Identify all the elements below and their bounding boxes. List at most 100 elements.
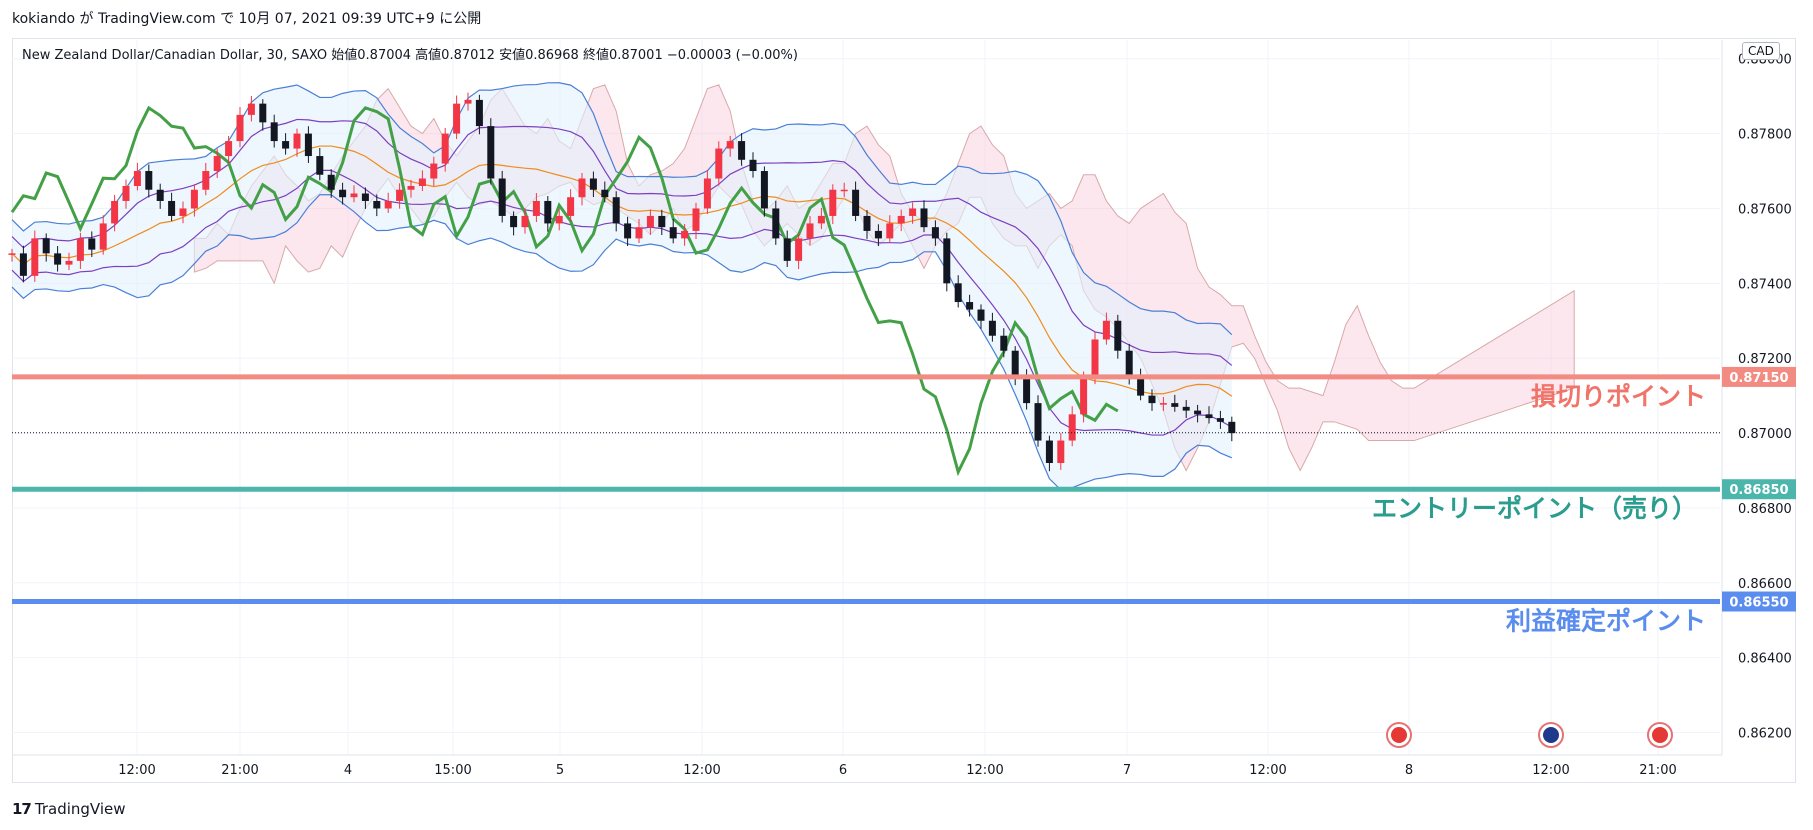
brand-label: TradingView (34, 800, 126, 818)
y-tick-label: 0.86400 (1738, 652, 1792, 667)
candle-body (407, 185, 415, 190)
candle-body (521, 215, 529, 228)
candle-body (669, 227, 677, 239)
level-annotation: 損切りポイント (1531, 382, 1706, 411)
candle-body (453, 103, 461, 134)
candle-body (259, 103, 267, 123)
candle-body (1205, 414, 1213, 419)
candle-body (635, 227, 643, 239)
candle-body (931, 227, 939, 239)
candle-body (544, 200, 552, 224)
symbol-legend: New Zealand Dollar/Canadian Dollar, 30, … (22, 48, 798, 63)
x-tick-label: 7 (1123, 763, 1131, 778)
candle-body (726, 141, 734, 149)
candle-body (1080, 376, 1088, 415)
candle-body (430, 163, 438, 179)
candle-body (76, 238, 84, 261)
flag-fill (1391, 727, 1407, 743)
candle-body (122, 185, 130, 201)
candle-body (418, 178, 426, 186)
candle-body (658, 215, 666, 228)
candle-body (1228, 421, 1236, 434)
candle-body (738, 141, 746, 160)
candle-body (88, 238, 96, 250)
candle-body (145, 171, 153, 190)
candle-body (795, 238, 803, 261)
candle-body (327, 174, 335, 190)
y-tick-label: 0.86800 (1738, 502, 1792, 517)
candle-body (692, 208, 700, 231)
candle-body (1182, 406, 1190, 411)
candle-body (567, 197, 575, 216)
candle-body (1102, 320, 1110, 340)
candle-body (487, 126, 495, 179)
candle-body (361, 193, 369, 201)
x-tick-label: 12:00 (683, 763, 720, 778)
currency-badge[interactable]: CAD (1742, 42, 1780, 60)
price-chart[interactable]: 0.880000.878000.876000.874000.872000.870… (0, 0, 1813, 830)
candle-body (65, 260, 73, 265)
candle-body (1194, 410, 1202, 415)
candle-body (304, 133, 312, 157)
x-tick-label: 5 (556, 763, 564, 778)
candle-body (829, 189, 837, 216)
y-tick-label: 0.87600 (1738, 202, 1792, 217)
candle-body (156, 189, 164, 201)
candle-body (1068, 414, 1076, 441)
candle-body (133, 171, 141, 186)
x-tick-label: 12:00 (1249, 763, 1286, 778)
x-tick-label: 12:00 (1532, 763, 1569, 778)
candle-body (589, 178, 597, 190)
candle-body (475, 99, 483, 127)
x-tick-label: 6 (839, 763, 847, 778)
x-tick-label: 8 (1405, 763, 1413, 778)
candle-body (1125, 350, 1133, 377)
candle-body (373, 200, 381, 209)
candle-body (840, 189, 848, 192)
y-tick-label: 0.86200 (1738, 727, 1792, 742)
candle-body (8, 253, 16, 255)
x-tick-label: 21:00 (1639, 763, 1676, 778)
candle-body (806, 223, 814, 239)
candle-body (943, 238, 951, 284)
candle-body (19, 253, 27, 276)
candle-body (772, 208, 780, 239)
x-tick-label: 12:00 (118, 763, 155, 778)
candle-body (532, 200, 540, 216)
y-tick-label: 0.86600 (1738, 577, 1792, 592)
flag-fill (1543, 727, 1559, 743)
candle-body (886, 223, 894, 239)
candle-body (783, 238, 791, 261)
candle-body (715, 148, 723, 179)
candle-body (1171, 403, 1179, 407)
candle-body (111, 200, 119, 224)
level-annotation: 利益確定ポイント (1506, 607, 1706, 636)
tradingview-logo[interactable]: 17 TradingView (12, 800, 126, 818)
candle-body (202, 171, 210, 190)
candle-body (270, 122, 278, 142)
candle-body (817, 215, 825, 224)
candle-body (441, 133, 449, 164)
level-price-label: 0.86850 (1729, 483, 1788, 498)
candle-body (168, 200, 176, 216)
candle-body (510, 215, 518, 228)
candle-body (31, 238, 39, 276)
candle-body (852, 189, 860, 216)
y-tick-label: 0.87800 (1738, 128, 1792, 143)
candle-body (293, 133, 301, 149)
x-tick-label: 21:00 (221, 763, 258, 778)
canada-flag-icon (1647, 722, 1673, 748)
candle-body (897, 215, 905, 224)
candle-body (1000, 335, 1008, 351)
candle-body (874, 230, 882, 239)
x-tick-label: 12:00 (966, 763, 1003, 778)
candle-body (1091, 339, 1099, 377)
candle-body (213, 156, 221, 172)
candle-body (236, 114, 244, 142)
new-zealand-flag-icon (1538, 722, 1564, 748)
candle-body (384, 200, 392, 209)
candle-body (1114, 320, 1122, 351)
candle-body (54, 253, 62, 265)
candle-body (646, 215, 654, 228)
candle-body (1159, 403, 1167, 405)
